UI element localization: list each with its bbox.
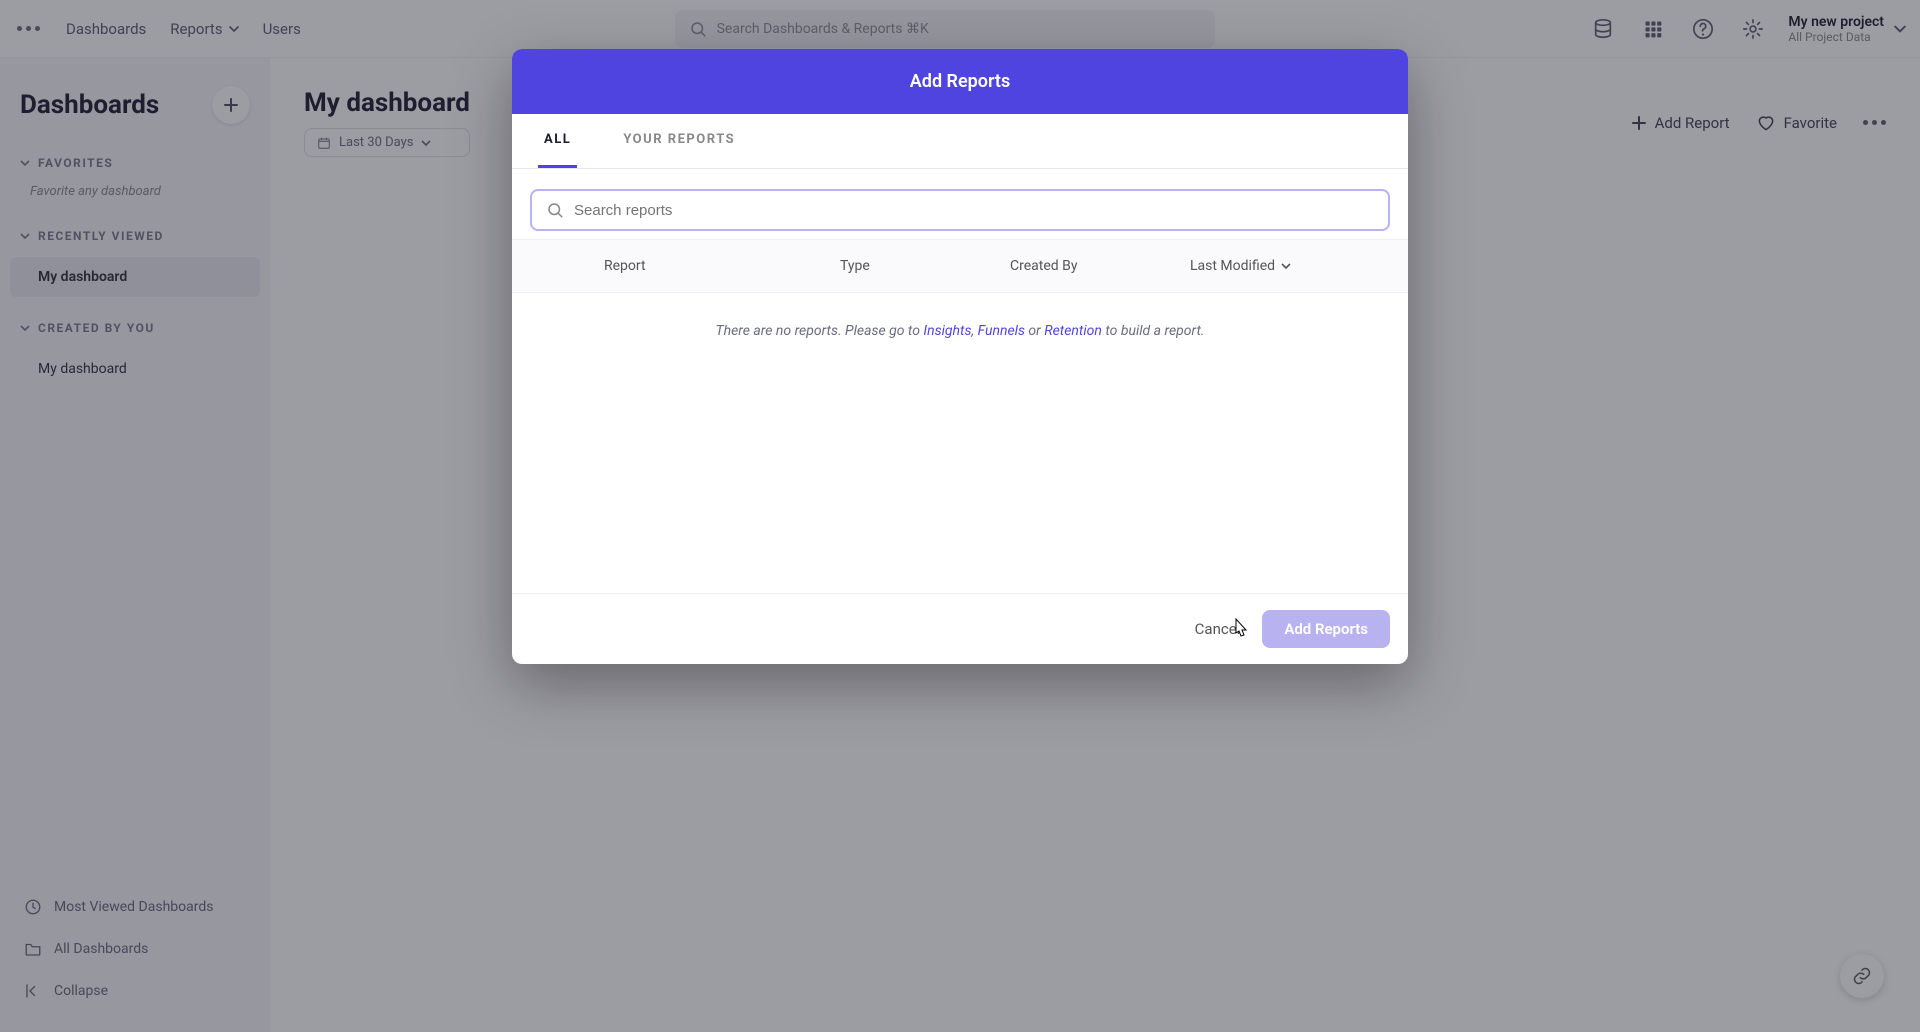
tab-all[interactable]: ALL: [538, 114, 577, 168]
col-created-by[interactable]: Created By: [1010, 258, 1190, 274]
modal-footer: Cancel Add Reports: [512, 593, 1408, 664]
sort-desc-icon: [1281, 261, 1291, 271]
modal-search-input[interactable]: [574, 202, 1374, 219]
col-report[interactable]: Report: [540, 258, 840, 274]
reports-table-header: Report Type Created By Last Modified: [512, 239, 1408, 293]
add-reports-modal: Add Reports ALL YOUR REPORTS Report Type…: [512, 49, 1408, 664]
col-type[interactable]: Type: [840, 258, 1010, 274]
search-icon: [546, 201, 564, 219]
empty-suffix: to build a report.: [1102, 323, 1205, 339]
empty-sep2: or: [1025, 323, 1044, 339]
modal-search[interactable]: [530, 189, 1390, 231]
empty-prefix: There are no reports. Please go to: [716, 323, 924, 339]
modal-title: Add Reports: [512, 49, 1408, 114]
link-retention[interactable]: Retention: [1044, 323, 1102, 339]
cursor-pointer-icon: [1230, 618, 1250, 642]
link-insights[interactable]: Insights: [923, 323, 971, 339]
col-last-modified-label: Last Modified: [1190, 258, 1275, 274]
modal-tabs: ALL YOUR REPORTS: [512, 114, 1408, 169]
col-last-modified[interactable]: Last Modified: [1190, 258, 1380, 274]
modal-overlay[interactable]: Add Reports ALL YOUR REPORTS Report Type…: [0, 0, 1920, 1032]
reports-empty-state: There are no reports. Please go to Insig…: [512, 293, 1408, 593]
add-reports-submit-button[interactable]: Add Reports: [1262, 610, 1390, 648]
link-funnels[interactable]: Funnels: [978, 323, 1025, 339]
tab-your-reports[interactable]: YOUR REPORTS: [617, 114, 741, 168]
